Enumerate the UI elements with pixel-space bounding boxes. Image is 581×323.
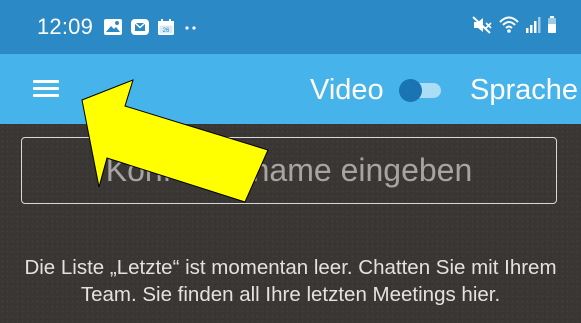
gallery-icon [103,18,123,36]
app-bar: Video Sprache [0,54,581,124]
system-icons [471,14,557,41]
mail-icon [130,18,150,36]
mute-icon [471,14,493,41]
notification-icons: 26 [103,17,198,37]
wifi-icon [499,14,519,41]
video-language-toggle[interactable] [399,79,443,102]
status-bar: 12:09 26 [0,0,581,54]
toggle-thumb [399,79,422,102]
calendar-day: 26 [163,28,170,34]
more-notifications-icon [184,18,198,36]
language-mode-label[interactable]: Sprache [470,73,578,107]
calendar-icon: 26 [157,18,177,36]
video-mode-label[interactable]: Video [310,73,384,107]
hamburger-menu-icon[interactable] [33,78,59,100]
recent-list-empty-message: Die Liste „Letzte“ ist momentan leer. Ch… [24,256,557,306]
app-screen: 12:09 26 Video Sprache Konferenzname ein… [0,0,581,323]
main-content: Die Liste „Letzte“ ist momentan leer. Ch… [0,124,581,323]
battery-icon [547,14,557,41]
status-time: 12:09 [37,14,94,39]
signal-icon [525,14,541,41]
conference-name-input[interactable] [21,137,557,204]
